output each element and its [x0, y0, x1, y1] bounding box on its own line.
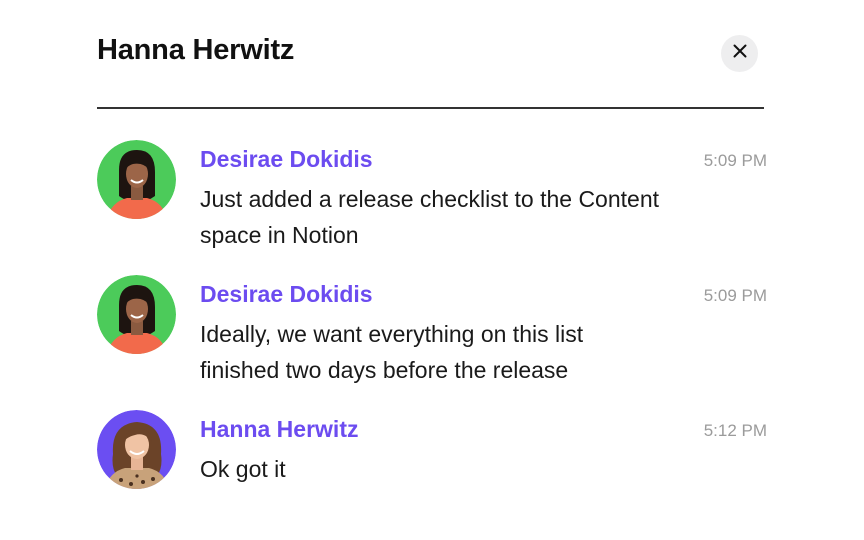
thread-title: Hanna Herwitz [97, 34, 295, 66]
close-button[interactable] [721, 35, 758, 72]
sender-name[interactable]: Desirae Dokidis [200, 281, 373, 308]
message-text: Ideally, we want everything on this list… [200, 321, 584, 383]
message-text: Just added a release checklist to the Co… [200, 186, 660, 248]
header-divider [97, 107, 764, 109]
avatar[interactable] [97, 140, 176, 219]
close-icon [733, 44, 747, 63]
message-text: Ok got it [200, 456, 286, 482]
thread-panel: Hanna Herwitz Desirae Dokidis 5:09 PM Ju… [0, 0, 864, 540]
message-timestamp: 5:12 PM [703, 421, 767, 440]
sender-name[interactable]: Desirae Dokidis [200, 146, 373, 173]
sender-name[interactable]: Hanna Herwitz [200, 416, 358, 443]
avatar[interactable] [97, 410, 176, 489]
avatar[interactable] [97, 275, 176, 354]
message-timestamp: 5:09 PM [703, 286, 767, 305]
message-timestamp: 5:09 PM [703, 151, 767, 170]
